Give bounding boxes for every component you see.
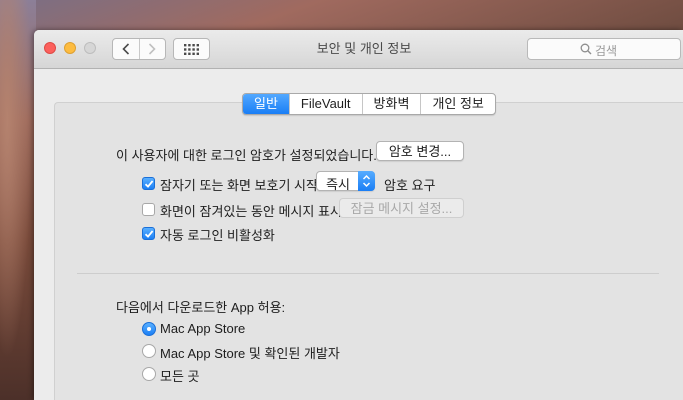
tab-filevault[interactable]: FileVault — [288, 94, 362, 114]
tab-bar: 일반 FileVault 방화벽 개인 정보 — [242, 93, 496, 115]
show-all-button[interactable] — [173, 38, 210, 60]
forward-button[interactable] — [138, 39, 166, 59]
title-bar: 보안 및 개인 정보 검색 — [34, 30, 683, 69]
disable-auto-login-checkbox[interactable] — [142, 227, 155, 240]
password-delay-value: 즉시 — [326, 177, 350, 192]
checkmark-icon — [144, 230, 154, 238]
minimize-button[interactable] — [64, 42, 76, 54]
password-set-text: 이 사용자에 대한 로그인 암호가 설정되었습니다. — [116, 148, 377, 163]
system-preferences-window: 보안 및 개인 정보 검색 일반 FileVault 방화벽 개인 정보 이 사… — [34, 30, 683, 400]
radio-label-mac-app-store: Mac App Store — [160, 321, 246, 336]
allow-apps-heading: 다음에서 다운로드한 App 허용: — [116, 300, 286, 315]
tab-privacy[interactable]: 개인 정보 — [420, 94, 494, 114]
search-placeholder: 검색 — [595, 44, 618, 58]
zoom-button[interactable] — [84, 42, 96, 54]
set-lock-message-button[interactable]: 잠금 메시지 설정... — [339, 198, 464, 218]
disable-auto-login-label: 자동 로그인 비활성화 — [160, 228, 275, 243]
desktop-wallpaper — [0, 0, 36, 400]
require-password-checkbox[interactable] — [142, 177, 155, 190]
search-field[interactable]: 검색 — [527, 38, 681, 60]
require-password-label: 잠자기 또는 화면 보호기 시작 — [160, 178, 318, 193]
back-forward-group — [112, 38, 166, 60]
close-button[interactable] — [44, 42, 56, 54]
password-delay-popup[interactable]: 즉시 — [316, 171, 375, 192]
window-title: 보안 및 개인 정보 — [316, 41, 412, 56]
show-message-label: 화면이 잠겨있는 동안 메시지 표시 — [160, 204, 342, 219]
tab-firewall[interactable]: 방화벽 — [361, 94, 421, 114]
radio-label-anywhere: 모든 곳 — [160, 369, 200, 384]
back-button[interactable] — [113, 39, 139, 59]
show-message-checkbox[interactable] — [142, 203, 155, 216]
tab-general[interactable]: 일반 — [243, 94, 289, 114]
radio-label-mac-app-store-identified: Mac App Store 및 확인된 개발자 — [160, 346, 340, 361]
checkmark-icon — [144, 180, 154, 188]
grid-icon — [184, 43, 199, 55]
require-password-suffix: 암호 요구 — [384, 178, 436, 193]
section-divider — [77, 273, 659, 274]
chevron-left-icon — [122, 43, 129, 55]
search-icon — [580, 43, 592, 55]
radio-mac-app-store[interactable] — [142, 322, 156, 336]
popup-arrows-icon — [358, 171, 375, 191]
chevron-right-icon — [149, 43, 156, 55]
radio-mac-app-store-identified[interactable] — [142, 344, 156, 358]
change-password-button[interactable]: 암호 변경... — [376, 141, 464, 161]
radio-anywhere[interactable] — [142, 367, 156, 381]
